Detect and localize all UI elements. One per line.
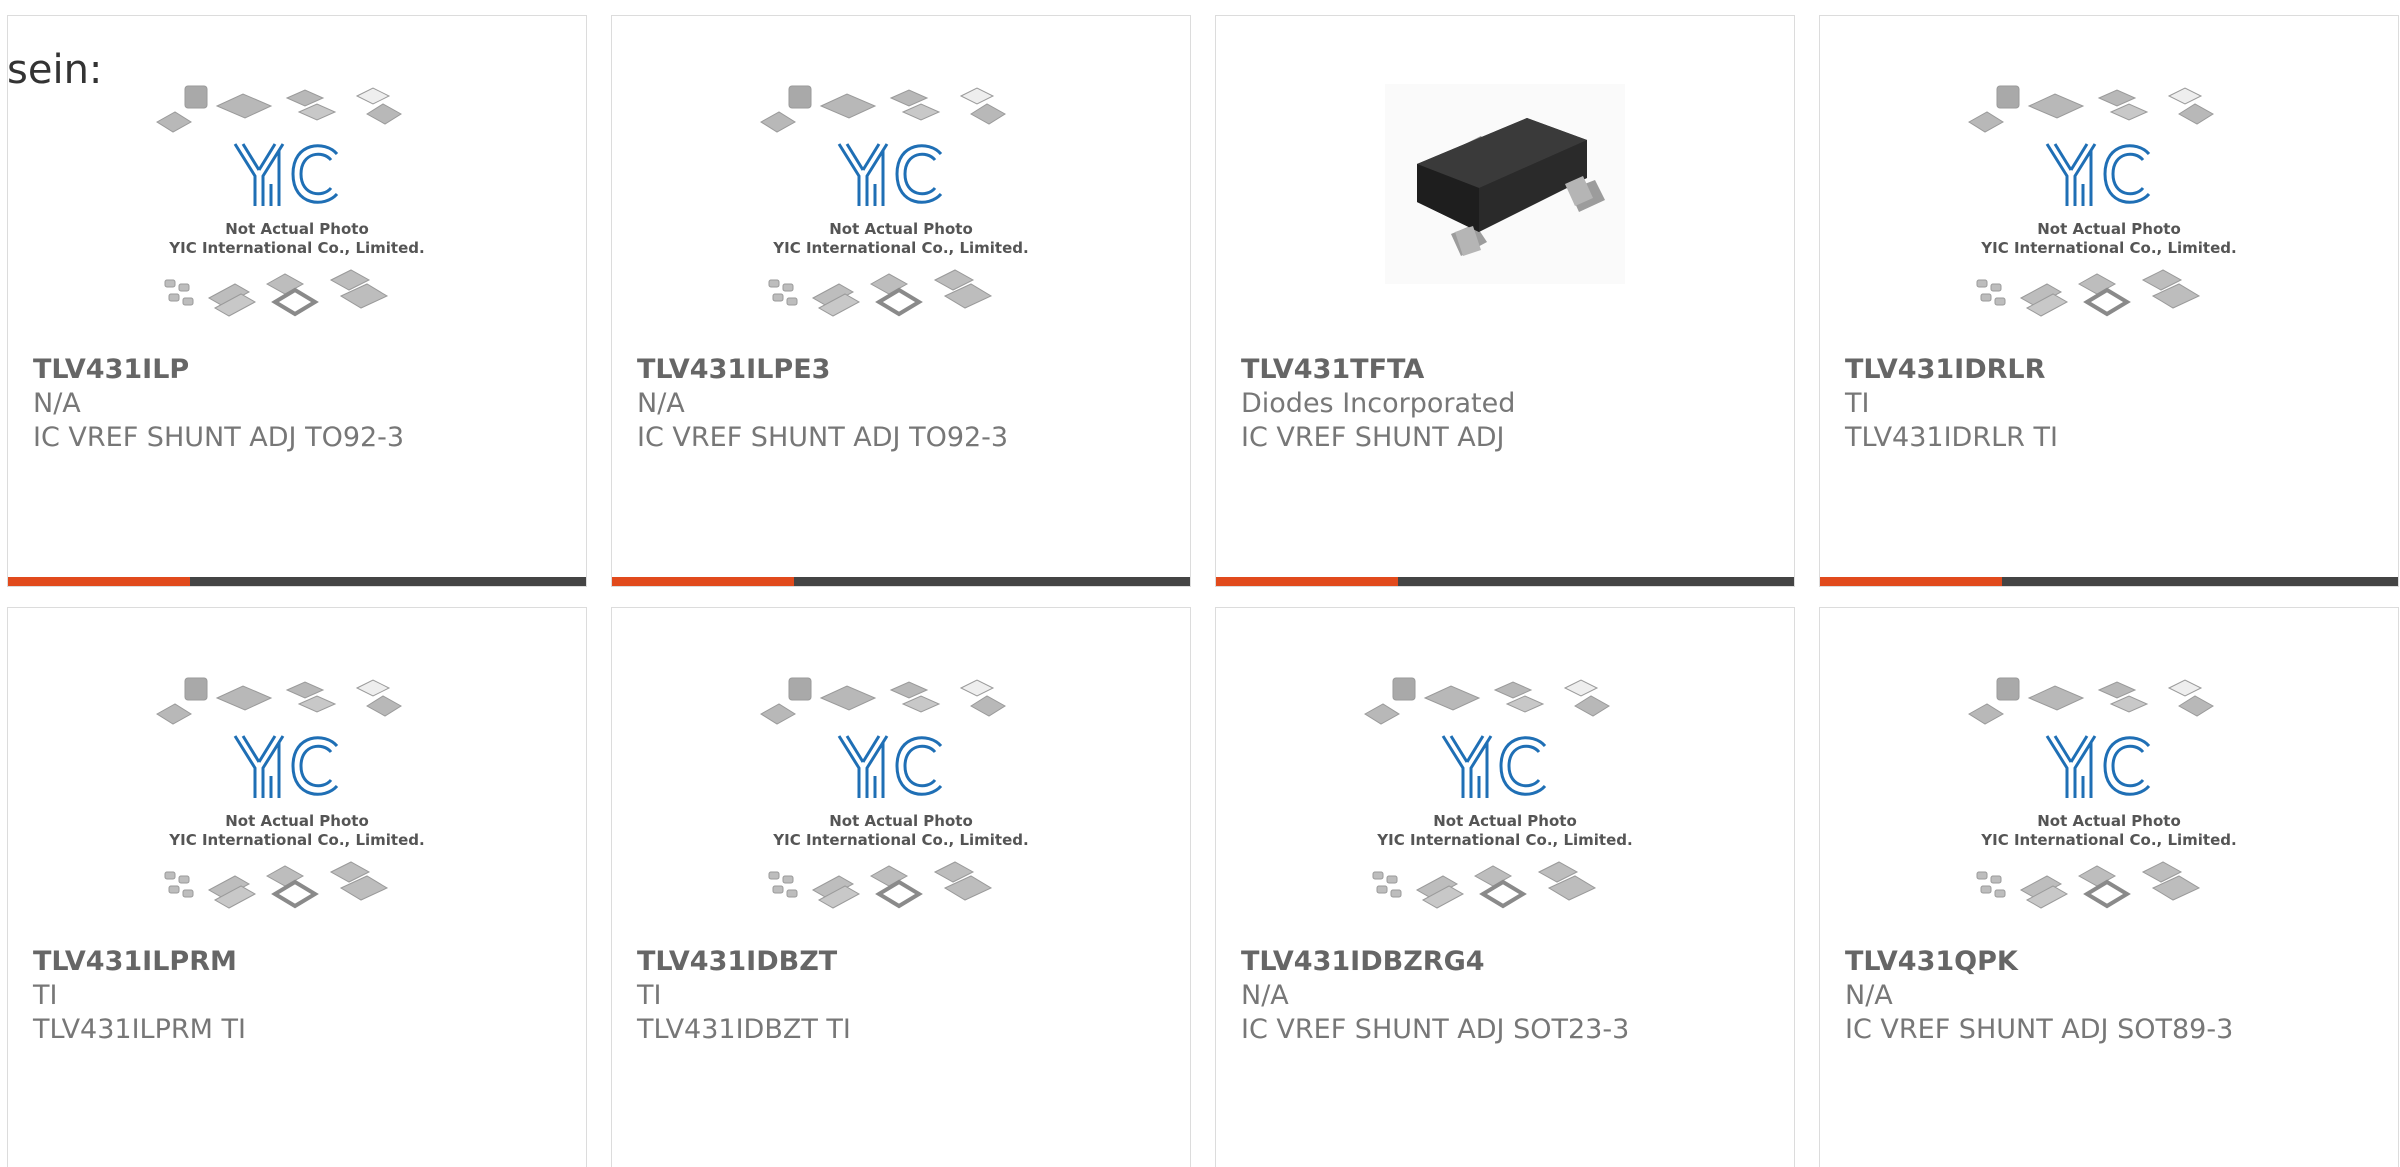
manufacturer-label: N/A	[637, 388, 685, 419]
placeholder-caption-line1: Not Actual Photo	[2037, 220, 2181, 238]
not-actual-photo-placeholder[interactable]: Not Actual Photo YIC International Co., …	[8, 676, 586, 956]
placeholder-caption-line1: Not Actual Photo	[1433, 812, 1577, 830]
placeholder-caption-line1: Not Actual Photo	[829, 812, 973, 830]
placeholder-caption-line2: YIC International Co., Limited.	[168, 831, 424, 849]
placeholder-caption-line1: Not Actual Photo	[2037, 812, 2181, 830]
card-bottom-bar	[612, 577, 1190, 586]
product-card[interactable]: Not Actual Photo YIC International Co., …	[611, 607, 1191, 1167]
part-number-link[interactable]: TLV431ILPRM	[33, 945, 566, 979]
part-number-link[interactable]: TLV431IDRLR	[1845, 353, 2378, 387]
product-info: TLV431QPK N/A IC VREF SHUNT ADJ SOT89-3	[1845, 945, 2378, 1047]
placeholder-caption-line2: YIC International Co., Limited.	[1376, 831, 1632, 849]
description-label: IC VREF SHUNT ADJ	[1241, 422, 1505, 453]
product-info: TLV431ILP N/A IC VREF SHUNT ADJ TO92-3	[33, 353, 566, 455]
product-card[interactable]: Not Actual Photo YIC International Co., …	[7, 607, 587, 1167]
description-label: TLV431IDBZT TI	[637, 1014, 851, 1045]
product-photo[interactable]	[1216, 84, 1794, 364]
description-label: IC VREF SHUNT ADJ TO92-3	[637, 422, 1009, 453]
card-accent-bar	[8, 577, 190, 586]
part-number-link[interactable]: TLV431ILPE3	[637, 353, 1170, 387]
card-accent-bar	[1820, 577, 2002, 586]
card-bottom-bar	[1216, 577, 1794, 586]
product-card[interactable]: TLV431TFTA Diodes Incorporated IC VREF SHU…	[1215, 15, 1795, 587]
not-actual-photo-placeholder[interactable]: Not Actual Photo YIC International Co., …	[1820, 676, 2398, 956]
product-card[interactable]: Not Actual Photo YIC International Co., …	[1819, 15, 2399, 587]
description-label: TLV431ILPRM TI	[33, 1014, 246, 1045]
description-label: IC VREF SHUNT ADJ TO92-3	[33, 422, 405, 453]
placeholder-caption-line2: YIC International Co., Limited.	[168, 239, 424, 257]
not-actual-photo-placeholder[interactable]: Not Actual Photo YIC International Co., …	[8, 84, 586, 364]
placeholder-caption-line2: YIC International Co., Limited.	[772, 831, 1028, 849]
description-label: IC VREF SHUNT ADJ SOT23-3	[1241, 1014, 1630, 1045]
card-accent-bar	[612, 577, 794, 586]
prefix-text: sein:	[7, 47, 103, 93]
card-accent-bar	[1216, 577, 1398, 586]
manufacturer-label: TI	[637, 980, 662, 1011]
not-actual-photo-placeholder[interactable]: Not Actual Photo YIC International Co., …	[612, 676, 1190, 956]
placeholder-caption-line1: Not Actual Photo	[225, 812, 369, 830]
placeholder-caption-line1: Not Actual Photo	[829, 220, 973, 238]
part-number-link[interactable]: TLV431IDBZT	[637, 945, 1170, 979]
part-number-link[interactable]: TLV431IDBZRG4	[1241, 945, 1774, 979]
part-number-link[interactable]: TLV431TFTA	[1241, 353, 1774, 387]
product-card[interactable]: Not Actual Photo YIC International Co., …	[611, 15, 1191, 587]
product-info: TLV431IDRLR TI TLV431IDRLR TI	[1845, 353, 2378, 455]
manufacturer-label: N/A	[1845, 980, 1893, 1011]
product-info: TLV431IDBZRG4 N/A IC VREF SHUNT ADJ SOT23-…	[1241, 945, 1774, 1047]
product-grid: Not Actual Photo YIC International Co., …	[7, 15, 2400, 1167]
manufacturer-label: Diodes Incorporated	[1241, 388, 1516, 419]
not-actual-photo-placeholder[interactable]: Not Actual Photo YIC International Co., …	[1216, 676, 1794, 956]
manufacturer-label: N/A	[33, 388, 81, 419]
product-card[interactable]: Not Actual Photo YIC International Co., …	[1819, 607, 2399, 1167]
placeholder-caption-line2: YIC International Co., Limited.	[772, 239, 1028, 257]
card-bottom-bar	[1820, 577, 2398, 586]
manufacturer-label: TI	[33, 980, 58, 1011]
product-info: TLV431ILPRM TI TLV431ILPRM TI	[33, 945, 566, 1047]
part-number-link[interactable]: TLV431ILP	[33, 353, 566, 387]
product-info: TLV431ILPE3 N/A IC VREF SHUNT ADJ TO92-3	[637, 353, 1170, 455]
product-info: TLV431TFTA Diodes Incorporated IC VREF SHU…	[1241, 353, 1774, 455]
manufacturer-label: TI	[1845, 388, 1870, 419]
description-label: TLV431IDRLR TI	[1845, 422, 2058, 453]
product-grid-page: sein: Not Actual Photo YIC International…	[0, 0, 2400, 1167]
not-actual-photo-placeholder[interactable]: Not Actual Photo YIC International Co., …	[1820, 84, 2398, 364]
placeholder-caption-line2: YIC International Co., Limited.	[1980, 831, 2236, 849]
product-card[interactable]: Not Actual Photo YIC International Co., …	[1215, 607, 1795, 1167]
product-card[interactable]: Not Actual Photo YIC International Co., …	[7, 15, 587, 587]
part-number-link[interactable]: TLV431QPK	[1845, 945, 2378, 979]
not-actual-photo-placeholder[interactable]: Not Actual Photo YIC International Co., …	[612, 84, 1190, 364]
card-bottom-bar	[8, 577, 586, 586]
placeholder-caption-line1: Not Actual Photo	[225, 220, 369, 238]
placeholder-caption-line2: YIC International Co., Limited.	[1980, 239, 2236, 257]
manufacturer-label: N/A	[1241, 980, 1289, 1011]
product-info: TLV431IDBZT TI TLV431IDBZT TI	[637, 945, 1170, 1047]
description-label: IC VREF SHUNT ADJ SOT89-3	[1845, 1014, 2234, 1045]
